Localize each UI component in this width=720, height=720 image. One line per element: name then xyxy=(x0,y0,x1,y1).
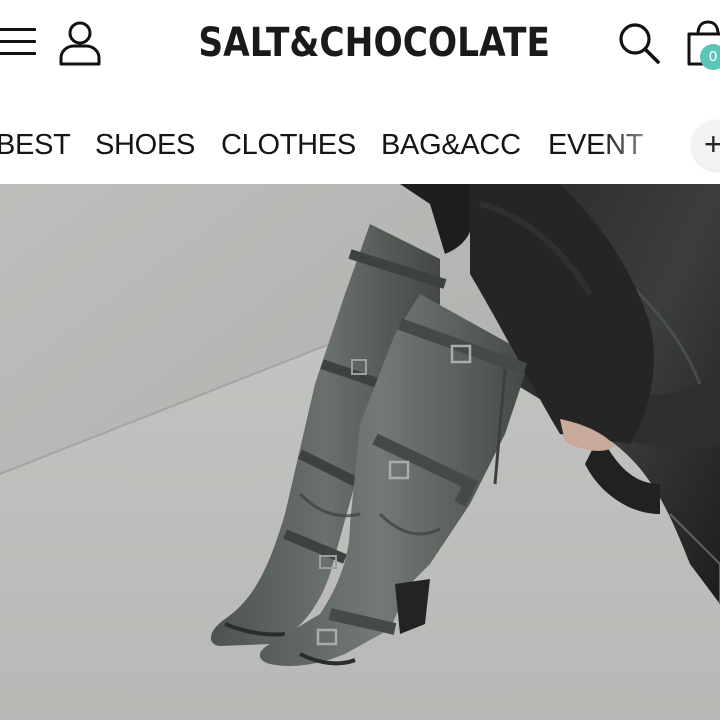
nav-item-shoes[interactable]: SHOES xyxy=(95,128,195,162)
nav-item-bag-acc[interactable]: BAG&ACC xyxy=(381,128,521,162)
search-icon[interactable] xyxy=(616,20,662,66)
category-nav: BEST SHOES CLOTHES BAG&ACC EVENT + xyxy=(0,92,720,184)
knee-high-buckle-boots-photo xyxy=(0,184,720,720)
nav-more-button[interactable]: + xyxy=(692,120,720,170)
hero-banner[interactable] xyxy=(0,184,720,720)
site-header: SALT&CHOCOLATE 0 xyxy=(0,0,720,92)
nav-item-best[interactable]: BEST xyxy=(0,128,71,162)
plus-icon: + xyxy=(704,126,720,162)
nav-item-clothes[interactable]: CLOTHES xyxy=(221,128,356,162)
cart-count-badge: 0 xyxy=(700,44,720,70)
hamburger-menu-icon[interactable] xyxy=(0,26,36,58)
user-account-icon[interactable] xyxy=(58,20,102,66)
brand-logo[interactable]: SALT&CHOCOLATE xyxy=(198,18,550,68)
nav-item-event[interactable]: EVENT xyxy=(548,128,643,162)
